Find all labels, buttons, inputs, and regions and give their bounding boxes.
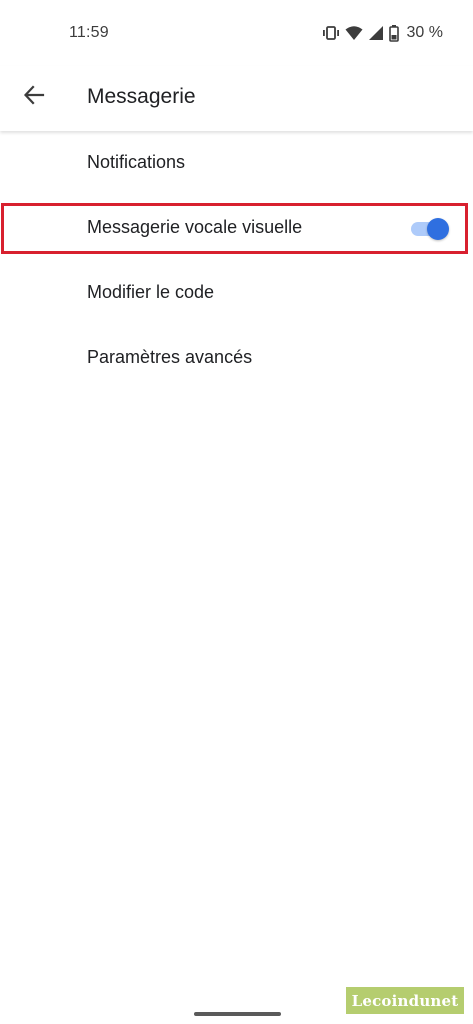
app-bar: Messagerie: [0, 66, 473, 131]
page-title: Messagerie: [87, 85, 196, 108]
settings-item-label: Paramètres avancés: [87, 347, 253, 367]
settings-item-label: Messagerie vocale visuelle: [87, 217, 303, 237]
back-button[interactable]: [14, 77, 54, 117]
toggle-thumb: [427, 218, 449, 240]
watermark-logo: Lecoindunet: [346, 987, 464, 1014]
status-icons: 30 %: [322, 22, 443, 44]
settings-list: Notifications Messagerie vocale visuelle…: [0, 131, 473, 391]
signal-icon: [368, 25, 384, 41]
visual-voicemail-toggle[interactable]: [411, 218, 449, 240]
settings-item-notifications[interactable]: Notifications: [0, 131, 473, 196]
nav-handle[interactable]: [194, 1012, 281, 1016]
wifi-icon: [345, 25, 363, 41]
settings-item-label: Modifier le code: [87, 282, 215, 302]
screen: 11:59 30 % Messagerie Notifications Mess…: [0, 0, 473, 1024]
battery-percent: 30 %: [406, 24, 443, 41]
vibrate-icon: [322, 25, 340, 41]
status-bar: 11:59 30 %: [0, 0, 473, 66]
settings-item-visual-voicemail[interactable]: Messagerie vocale visuelle: [0, 196, 473, 261]
settings-item-change-code[interactable]: Modifier le code: [0, 261, 473, 326]
status-time: 11:59: [69, 24, 109, 41]
arrow-back-icon: [23, 84, 45, 111]
settings-item-label: Notifications: [87, 152, 186, 172]
battery-icon: [388, 24, 399, 42]
settings-item-advanced[interactable]: Paramètres avancés: [0, 326, 473, 391]
